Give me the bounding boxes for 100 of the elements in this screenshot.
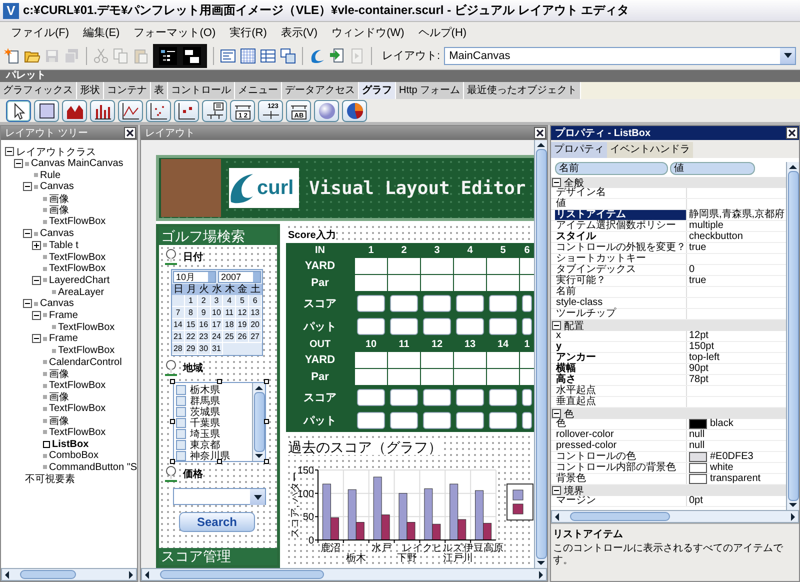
property-name[interactable]: 値 <box>555 199 687 209</box>
selection-handle[interactable] <box>217 459 222 464</box>
panes-view-icon[interactable] <box>183 46 201 64</box>
run-icon[interactable] <box>329 48 345 64</box>
tree-item[interactable]: レイアウトクラス <box>16 144 96 159</box>
menu-item[interactable]: 表示(V) <box>274 24 325 40</box>
palette-tool[interactable] <box>202 100 227 122</box>
calendar-day[interactable]: 20 <box>249 319 262 331</box>
score-input[interactable] <box>390 412 418 428</box>
calendar-day[interactable]: 3 <box>210 295 224 307</box>
collapse-toggle-icon[interactable] <box>552 409 561 418</box>
property-name[interactable]: 実行可能？ <box>555 276 687 286</box>
tree-item[interactable]: ListBox <box>52 438 89 450</box>
tree-item[interactable]: CommandButton "S <box>49 462 137 473</box>
horizontal-scrollbar[interactable] <box>551 510 799 523</box>
property-name[interactable]: リストアイテム <box>555 210 687 220</box>
score-input[interactable] <box>390 294 418 312</box>
month-field[interactable]: 10月 <box>173 271 216 283</box>
palette-tab[interactable]: コンテナ <box>104 82 151 99</box>
collapse-toggle-icon[interactable] <box>23 299 32 308</box>
column-header[interactable]: 名前 <box>555 162 668 175</box>
tree-item[interactable]: Canvas <box>40 298 74 310</box>
score-input[interactable] <box>423 318 451 334</box>
menu-item[interactable]: ウィンドウ(W) <box>324 24 412 40</box>
score-input[interactable] <box>522 294 532 312</box>
vertical-scrollbar[interactable] <box>534 140 547 568</box>
selection-handle[interactable] <box>264 419 269 424</box>
checkbox[interactable] <box>176 450 186 460</box>
table-icon[interactable] <box>260 48 276 64</box>
list-item[interactable]: 栃木県 <box>190 382 220 396</box>
selection-handle[interactable] <box>264 379 269 384</box>
calendar-day[interactable]: 6 <box>249 295 262 307</box>
tree-item[interactable]: TextFlowBox <box>49 216 106 228</box>
property-name[interactable]: デザイン名 <box>555 188 687 198</box>
property-name[interactable]: アンカー <box>555 353 687 363</box>
calendar-day[interactable]: 11 <box>223 307 236 319</box>
checkbox[interactable] <box>176 406 186 416</box>
list-item[interactable]: 東京都 <box>190 438 220 452</box>
list-item[interactable]: 神奈川県 <box>190 448 230 462</box>
property-name[interactable]: スタイル <box>555 232 687 242</box>
collapse-toggle-icon[interactable] <box>32 334 41 344</box>
calendar-day[interactable]: 18 <box>223 319 236 331</box>
property-name[interactable]: rollover-color <box>555 430 687 440</box>
property-name[interactable]: ツールチップ <box>555 309 687 319</box>
tree-item[interactable]: LayeredChart <box>49 274 110 286</box>
list-item[interactable]: 埼玉県 <box>190 426 220 440</box>
tree-item[interactable]: AreaLayer <box>58 286 104 298</box>
collapse-toggle-icon[interactable] <box>552 486 561 495</box>
new-document-icon[interactable] <box>4 48 20 64</box>
selection-handle[interactable] <box>170 459 175 464</box>
score-input[interactable] <box>456 294 484 312</box>
dropdown-button[interactable] <box>250 489 265 505</box>
selection-handle[interactable] <box>170 379 175 384</box>
windows-icon[interactable] <box>280 48 296 64</box>
tab[interactable]: イベントハンドラ <box>607 142 693 158</box>
calendar-day[interactable]: 17 <box>210 319 224 331</box>
tree-item[interactable]: TextFlowBox <box>49 380 106 392</box>
score-input[interactable] <box>423 412 451 428</box>
score-input[interactable] <box>489 294 517 312</box>
calendar-day[interactable]: 31 <box>210 343 224 355</box>
property-name[interactable]: pressed-color <box>555 441 687 451</box>
palette-tool[interactable] <box>34 100 59 122</box>
palette-tab[interactable]: 最近使ったオブジェクト <box>464 82 582 99</box>
score-input[interactable] <box>357 388 385 406</box>
menu-item[interactable]: 編集(E) <box>76 24 127 40</box>
score-input[interactable] <box>456 388 484 406</box>
score-input[interactable] <box>456 318 484 334</box>
palette-tool[interactable] <box>6 100 31 122</box>
horizontal-scrollbar[interactable] <box>141 568 547 581</box>
vertical-scrollbar[interactable] <box>786 162 799 510</box>
grid-icon[interactable] <box>240 48 256 64</box>
calendar-day[interactable]: 7 <box>172 307 185 319</box>
palette-tab[interactable]: 形状 <box>77 82 104 99</box>
tree-item[interactable]: TextFlowBox <box>49 263 106 274</box>
score-input[interactable] <box>357 318 385 334</box>
calendar-day[interactable]: 23 <box>198 331 211 343</box>
score-input[interactable] <box>357 294 385 312</box>
checkbox[interactable] <box>176 396 186 406</box>
score-input[interactable] <box>489 388 517 406</box>
close-icon[interactable] <box>786 127 798 139</box>
property-name[interactable]: コントロールの色 <box>555 452 687 462</box>
collapse-toggle-icon[interactable] <box>5 147 14 156</box>
palette-tool[interactable] <box>174 100 199 122</box>
palette-tab[interactable]: データアクセス <box>282 82 359 99</box>
calendar-day[interactable]: 13 <box>249 307 262 319</box>
close-icon[interactable] <box>534 127 546 139</box>
selection-handle[interactable] <box>217 379 222 384</box>
property-name[interactable]: ショートカットキー <box>555 254 687 264</box>
calendar-day[interactable]: 29 <box>184 343 198 355</box>
tree-item[interactable]: 画像 <box>49 414 69 428</box>
collapse-toggle-icon[interactable] <box>32 310 41 320</box>
property-name[interactable]: y <box>555 342 687 352</box>
checkbox[interactable] <box>176 418 186 428</box>
property-name[interactable]: style-class <box>555 298 687 308</box>
vertical-scrollbar[interactable] <box>252 383 265 461</box>
calendar-day[interactable]: 8 <box>184 307 198 319</box>
menu-item[interactable]: フォーマット(O) <box>126 24 223 40</box>
property-name[interactable]: マージン <box>555 496 687 506</box>
tree-item[interactable]: TextFlowBox <box>49 403 106 414</box>
property-name[interactable]: アイテム選択個数ポリシー <box>555 221 687 231</box>
